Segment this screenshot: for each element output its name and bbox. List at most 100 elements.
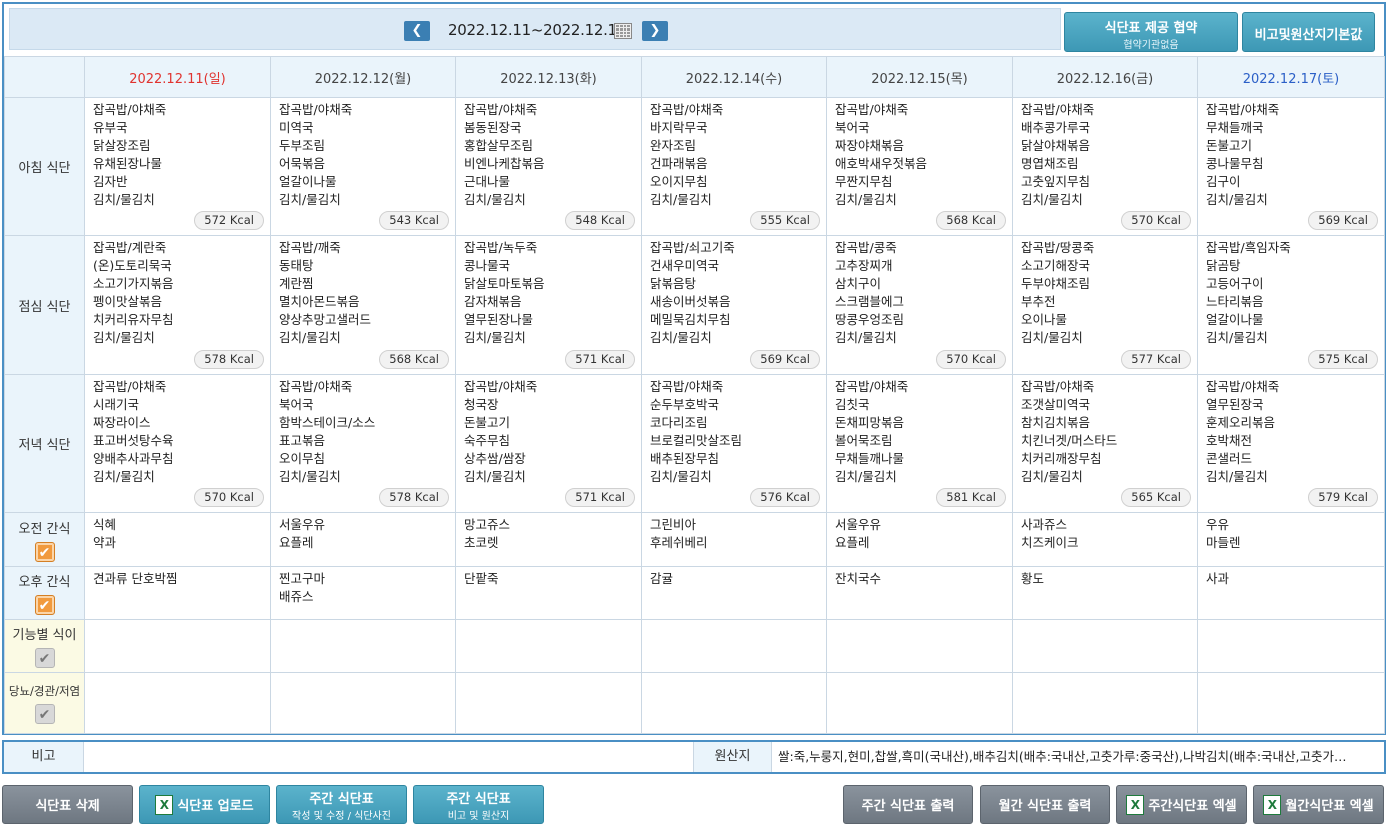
menu-cell[interactable]: 감귤 [641,566,827,620]
menu-cell[interactable] [455,672,642,734]
menu-item: 참치김치볶음 [1021,415,1091,430]
menu-cell[interactable]: 잡곡밥/야채죽 북어국 짜장야채볶음 애호박새우젓볶음 무짠지무침 김치/물김치 568 K… [826,97,1013,236]
menu-cell[interactable]: 서울우유 요플레 [270,512,456,567]
menu-item: 숙주무침 [464,433,511,448]
menu-cell[interactable] [641,672,827,734]
menu-item: 김치/물김치 [835,469,897,484]
weekly-print-button[interactable]: 주간 식단표 출력 [843,785,973,824]
weekly-origin-button[interactable]: 주간 식단표 비고 및 원산지 [413,785,544,824]
menu-cell[interactable] [641,619,827,673]
menu-cell[interactable] [270,619,456,673]
menu-cell[interactable]: 잡곡밥/야채죽 미역국 두부조림 어묵볶음 얼갈이나물 김치/물김치 543 Kcal [270,97,456,236]
menu-cell[interactable]: 잡곡밥/녹두죽 콩나물국 닭살토마토볶음 감자채볶음 열무된장나물 김치/물김치 571 K… [455,235,642,375]
menu-cell[interactable]: 잡곡밥/계란죽 (온)도토리묵국 소고기가지볶음 펭이맛살볶음 치커리유자무침 김치/물김… [84,235,271,375]
menu-item: 동태탕 [279,258,314,273]
menu-item: 감자채볶음 [464,294,522,309]
menu-cell[interactable]: 잡곡밥/야채죽 열무된장국 훈제오리볶음 호박채전 콘샐러드 김치/물김치 579 Kcal [1197,374,1385,513]
menu-cell[interactable]: 잔치국수 [826,566,1013,620]
row-label-text: 아침 식단 [18,161,71,176]
menu-item: 김치/물김치 [1206,192,1268,207]
menu-cell[interactable] [1197,619,1385,673]
menu-cell[interactable]: 잡곡밥/야채죽 북어국 함박스테이크/소스 표고볶음 오이무침 김치/물김치 578 Kca… [270,374,456,513]
chevron-right-icon[interactable]: ❯ [642,21,668,41]
row-label-text: 점심 식단 [18,299,71,315]
menu-cell[interactable] [1012,619,1198,673]
menu-item: 감귤 [650,571,674,586]
menu-cell[interactable]: 잡곡밥/쇠고기죽 건새우미역국 닭볶음탕 새송이버섯볶음 메밀묵김치무침 김치/물김치 56… [641,235,827,375]
origin-default-button[interactable]: 비고및원산지기본값 [1242,12,1375,52]
header-corner [4,56,85,98]
menu-cell[interactable]: 잡곡밥/야채죽 시래기국 짜장라이스 표고버섯탕수육 양배추사과무침 김치/물김치 570 … [84,374,271,513]
menu-cell[interactable]: 잡곡밥/야채죽 유부국 닭살장조림 유채된장나물 김자반 김치/물김치 572 Kcal [84,97,271,236]
menu-cell[interactable] [826,672,1013,734]
menu-item: 열무된장나물 [464,312,534,327]
menu-item: 배추된장무침 [650,451,720,466]
menu-cell[interactable]: 망고쥬스 초코렛 [455,512,642,567]
menu-cell[interactable]: 잡곡밥/콩죽 고추장찌개 삼치구이 스크램블에그 땅콩우엉조림 김치/물김치 570 Kca… [826,235,1013,375]
menu-item: 김구이 [1206,174,1241,189]
menu-cell[interactable]: 잡곡밥/야채죽 배추콩가루국 닭살야채볶음 명엽채조림 고춧잎지무침 김치/물김치 570 … [1012,97,1198,236]
menu-cell[interactable]: 서울우유 요플레 [826,512,1013,567]
menu-item: 북어국 [279,397,314,412]
delete-menu-label: 식단표 삭제 [35,799,100,814]
menu-item: 고추장찌개 [835,258,893,273]
menu-cell[interactable]: 잡곡밥/야채죽 조갯살미역국 참치김치볶음 치킨너겟/머스타드 치커리깨장무침 김치/물김… [1012,374,1198,513]
menu-item: 브로컬리맛살조림 [650,433,743,448]
chevron-left-icon[interactable]: ❮ [404,21,430,41]
delete-menu-button[interactable]: 식단표 삭제 [2,785,133,824]
menu-cell[interactable]: 그린비아 후레쉬베리 [641,512,827,567]
menu-item: 유채된장나물 [93,156,163,171]
menu-cell[interactable]: 잡곡밥/야채죽 김칫국 돈채피망볶음 볼어묵조림 무채들깨나물 김치/물김치 581 Kca… [826,374,1013,513]
monthly-print-button[interactable]: 월간 식단표 출력 [980,785,1110,824]
menu-cell[interactable] [84,619,271,673]
menu-cell[interactable]: 잡곡밥/깨죽 동태탕 계란찜 멸치아몬드볶음 양상추망고샐러드 김치/물김치 568 Kca… [270,235,456,375]
menu-item: 북어국 [835,120,870,135]
menu-item: 서울우유 [835,517,882,532]
kcal-badge: 577 Kcal [1121,350,1191,369]
row-label-text: 저녁 식단 [18,438,71,453]
kcal-badge: 578 Kcal [379,488,449,507]
menu-cell[interactable]: 우유 마들렌 [1197,512,1385,567]
origin-field[interactable]: 쌀:죽,누룽지,현미,찹쌀,흑미(국내산),배추김치(배추:국내산,고춧가루:중… [772,742,1384,772]
menu-cell[interactable]: 잡곡밥/야채죽 봄동된장국 홍합살무조림 비엔나케찹볶음 근대나물 김치/물김치 548 K… [455,97,642,236]
menu-item: 김치/물김치 [93,330,155,345]
row-label: 저녁 식단 [4,374,85,513]
provide-agreement-button[interactable]: 식단표 제공 협약 협약기관없음 [1064,12,1238,52]
menu-cell[interactable]: 사과 [1197,566,1385,620]
day-header-row: 2022.12.11(일) 2022.12.12(월) 2022.12.13(화) 2… [4,56,1385,98]
menu-cell[interactable] [826,619,1013,673]
menu-cell[interactable] [1197,672,1385,734]
menu-cell[interactable] [270,672,456,734]
menu-cell[interactable] [84,672,271,734]
checkbox-icon[interactable]: ✔ [34,703,55,724]
menu-cell[interactable]: 황도 [1012,566,1198,620]
menu-cell[interactable]: 잡곡밥/흑임자죽 닭곰탕 고등어구이 느타리볶음 얼갈이나물 김치/물김치 575 Kcal [1197,235,1385,375]
menu-cell[interactable] [1012,672,1198,734]
menu-cell[interactable]: 견과류 단호박찜 [84,566,271,620]
remark-field[interactable] [84,742,694,772]
weekly-excel-button[interactable]: X 주간식단표 엑셀 [1116,785,1247,824]
menu-cell[interactable]: 잡곡밥/야채죽 무채들깨국 돈불고기 콩나물무침 김구이 김치/물김치 569 Kcal [1197,97,1385,236]
checkbox-icon[interactable]: ✔ [34,648,55,668]
weekly-print-label: 주간 식단표 출력 [861,799,955,814]
menu-cell[interactable]: 찐고구마 배쥬스 [270,566,456,620]
menu-cell[interactable] [455,619,642,673]
menu-cell[interactable]: 식혜 약과 [84,512,271,567]
calendar-icon[interactable] [614,23,632,39]
menu-cell[interactable]: 사과쥬스 치즈케이크 [1012,512,1198,567]
menu-cell[interactable]: 잡곡밥/땅콩죽 소고기해장국 두부야채조림 부추전 오이나물 김치/물김치 577 Kcal [1012,235,1198,375]
menu-cell[interactable]: 잡곡밥/야채죽 바지락무국 완자조림 건파래볶음 오이지무침 김치/물김치 555 Kcal [641,97,827,236]
kcal-badge: 568 Kcal [936,211,1006,230]
menu-item: 땅콩우엉조림 [835,312,905,327]
menu-cell[interactable]: 단팥죽 [455,566,642,620]
menu-cell[interactable]: 잡곡밥/야채죽 청국장 돈불고기 숙주무침 상추쌈/쌈장 김치/물김치 571 Kcal [455,374,642,513]
kcal-badge: 543 Kcal [379,211,449,230]
monthly-excel-button[interactable]: X 월간식단표 엑셀 [1253,785,1384,824]
weekly-edit-button[interactable]: 주간 식단표 작성 및 수정 / 식단사진 [276,785,407,824]
checkbox-icon[interactable]: ✔ [34,595,55,615]
menu-row: 오후 간식 ✔ 견과류 단호박찜 찐고구마 배쥬스 단팥죽 감귤 잔치국수 황도 사과 [4,566,1385,620]
menu-cell[interactable]: 잡곡밥/야채죽 순두부호박국 코다리조림 브로컬리맛살조림 배추된장무침 김치/물김치 57… [641,374,827,513]
checkbox-icon[interactable]: ✔ [34,541,55,562]
menu-item: 마들렌 [1206,535,1241,550]
upload-menu-button[interactable]: X 식단표 업로드 [139,785,270,824]
